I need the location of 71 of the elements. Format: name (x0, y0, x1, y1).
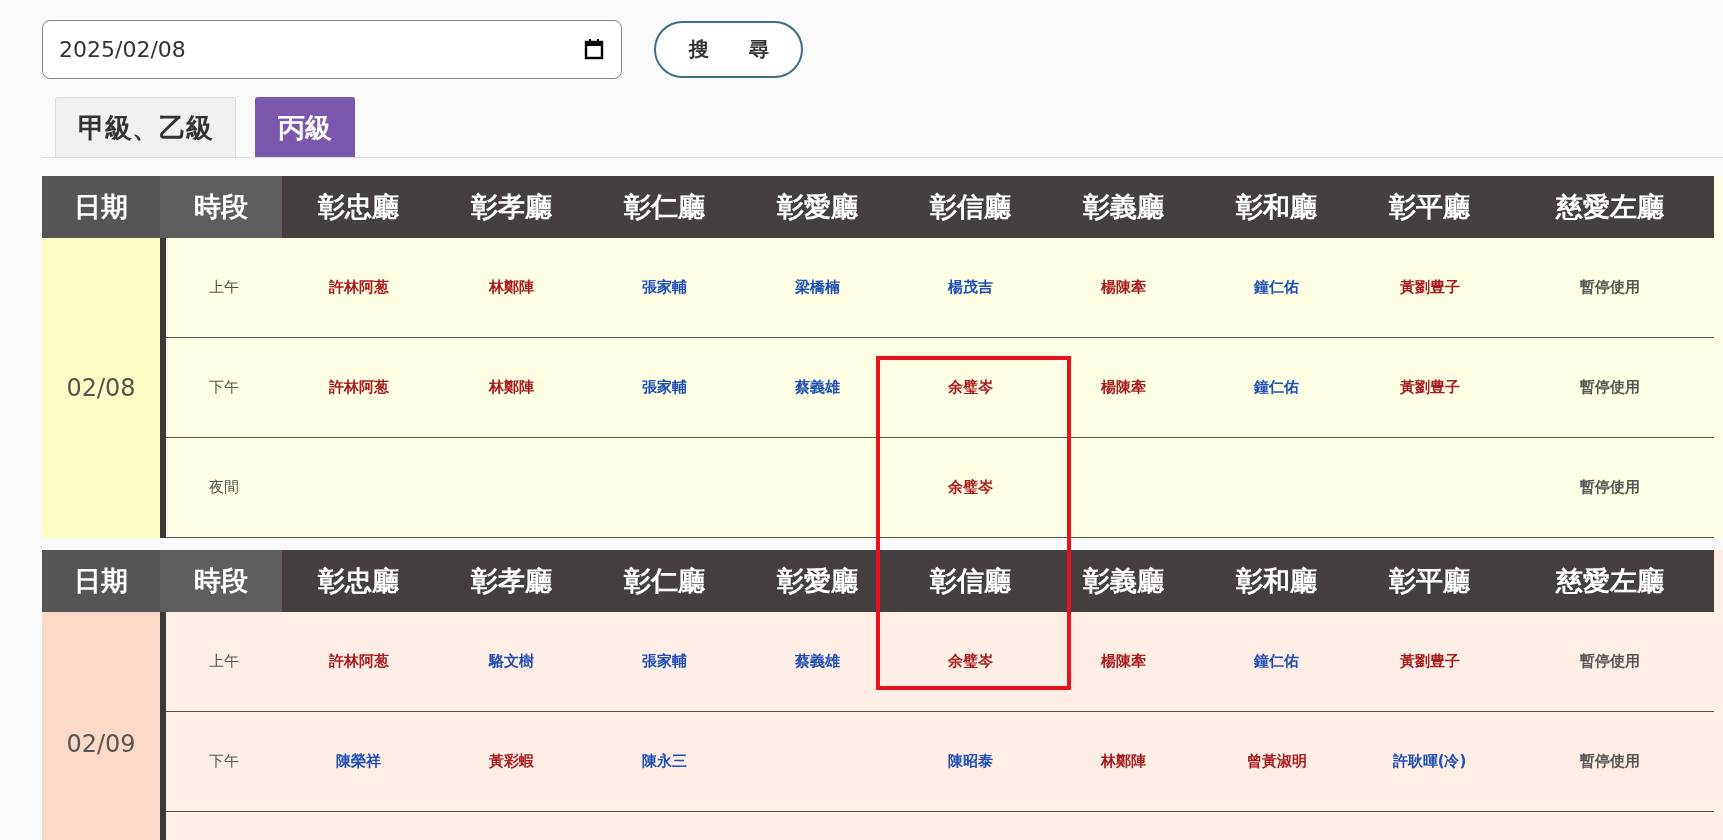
booking-cell: 林鄭陣 (435, 338, 588, 438)
booking-cell: 鐘仁佑 (1200, 238, 1353, 338)
tab[interactable]: 丙級 (255, 97, 355, 157)
booking-cell: 楊陳牽 (1047, 612, 1200, 712)
booking-cell: 鐘仁佑 (1200, 338, 1353, 438)
column-header: 彰信廳 (894, 176, 1047, 238)
booking-cell: 蔡義雄 (741, 612, 894, 712)
booking-cell: 許林阿葱 (282, 338, 435, 438)
booking-cell: 暫停使用 (1506, 238, 1714, 338)
tab[interactable]: 甲級、乙級 (55, 97, 236, 157)
booking-cell: 許林阿葱 (282, 238, 435, 338)
booking-cell: 暫停使用 (1506, 712, 1714, 812)
column-header: 慈愛左廳 (1506, 550, 1714, 612)
booking-cell: 蔡義雄 (741, 338, 894, 438)
booking-cell: 林鄭陣 (1047, 712, 1200, 812)
column-header: 彰孝廳 (435, 176, 588, 238)
date-field[interactable]: 2025/02/08 (42, 20, 622, 79)
column-header: 彰仁廳 (588, 550, 741, 612)
search-button[interactable]: 搜 尋 (654, 21, 803, 78)
time-slot-cell: 夜間 (166, 438, 282, 538)
column-header: 彰忠廳 (282, 550, 435, 612)
column-header: 慈愛左廳 (1506, 176, 1714, 238)
booking-cell: 鐘仁佑 (1200, 612, 1353, 712)
booking-cell: 楊陳牽 (1047, 238, 1200, 338)
booking-cell: 黃劉豊子 (1353, 238, 1506, 338)
booking-cell: 余璧岑 (894, 438, 1047, 538)
booking-cell: 陳永三 (588, 712, 741, 812)
booking-cell: 楊茂吉 (894, 238, 1047, 338)
booking-cell: 梁橋楠 (741, 238, 894, 338)
column-header: 彰義廳 (1047, 176, 1200, 238)
booking-cell: 暫停使用 (1506, 338, 1714, 438)
column-header: 彰和廳 (1200, 176, 1353, 238)
booking-cell: 余璧岑 (894, 612, 1047, 712)
booking-cell: 張家輔 (588, 612, 741, 712)
column-header: 彰愛廳 (741, 550, 894, 612)
booking-cell: 楊陳牽 (1047, 338, 1200, 438)
booking-cell: 暫停使用 (1506, 612, 1714, 712)
booking-cell: 陳昭泰 (894, 712, 1047, 812)
column-header: 彰孝廳 (435, 550, 588, 612)
booking-cell: 黃劉豊子 (1353, 338, 1506, 438)
booking-cell: 許林阿葱 (282, 612, 435, 712)
booking-cell: 許耿暉(冷) (1353, 712, 1506, 812)
booking-cell: 黃彩蝦 (435, 712, 588, 812)
calendar-icon[interactable] (584, 38, 604, 60)
column-header: 彰平廳 (1353, 550, 1506, 612)
column-header: 日期 (42, 176, 160, 238)
column-header: 彰信廳 (894, 550, 1047, 612)
time-slot-cell: 下午 (166, 712, 282, 812)
booking-cell: 曾黃淑明 (1200, 712, 1353, 812)
booking-cell: 黃劉豊子 (1353, 612, 1506, 712)
column-header: 時段 (160, 550, 282, 612)
column-header: 彰和廳 (1200, 550, 1353, 612)
date-cell: 02/09 (42, 612, 160, 840)
time-slot-cell: 下午 (166, 338, 282, 438)
column-header: 彰忠廳 (282, 176, 435, 238)
column-header: 彰義廳 (1047, 550, 1200, 612)
booking-cell: 駱文樹 (435, 612, 588, 712)
column-header: 彰平廳 (1353, 176, 1506, 238)
time-slot-cell: 上午 (166, 612, 282, 712)
column-header: 日期 (42, 550, 160, 612)
date-cell: 02/08 (42, 238, 160, 538)
time-slot-cell: 上午 (166, 238, 282, 338)
column-header: 彰愛廳 (741, 176, 894, 238)
booking-cell: 林鄭陣 (435, 238, 588, 338)
booking-cell: 張家輔 (588, 238, 741, 338)
booking-cell: 暫停使用 (1506, 438, 1714, 538)
column-header: 時段 (160, 176, 282, 238)
booking-cell: 陳榮祥 (282, 712, 435, 812)
booking-cell: 余璧岑 (894, 338, 1047, 438)
booking-cell: 張家輔 (588, 338, 741, 438)
column-header: 彰仁廳 (588, 176, 741, 238)
